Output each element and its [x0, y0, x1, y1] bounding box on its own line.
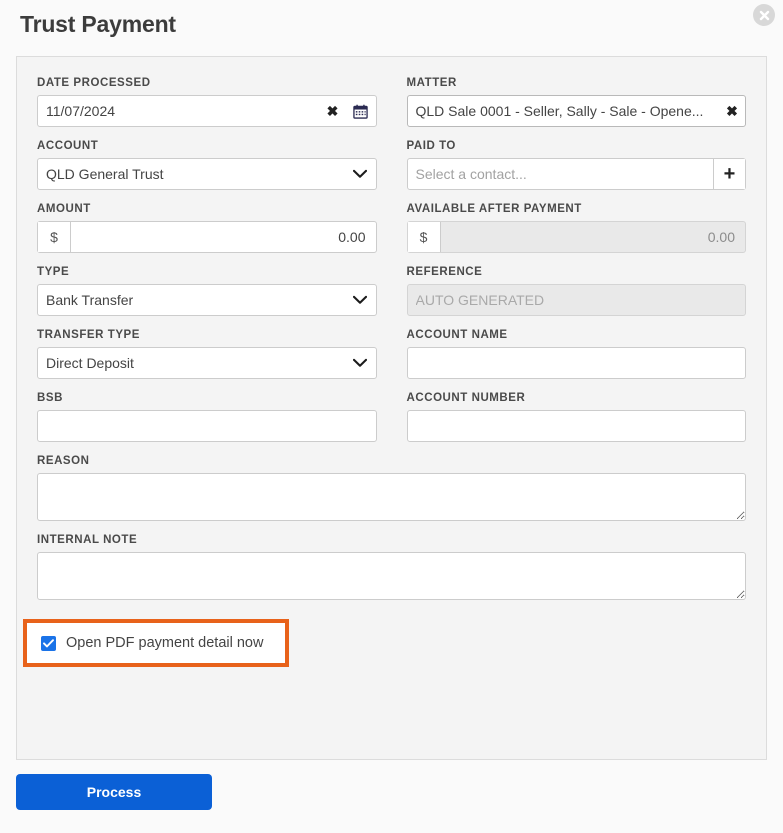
field-account-name: ACCOUNT NAME: [406, 329, 746, 379]
close-button[interactable]: [753, 4, 775, 26]
label-date-processed: DATE PROCESSED: [37, 77, 151, 89]
matter-clear-button[interactable]: ✖: [719, 96, 745, 126]
type-select[interactable]: Bank Transfer: [37, 284, 377, 316]
account-number-input[interactable]: [407, 411, 745, 441]
label-amount: AMOUNT: [37, 203, 91, 215]
page-title: Trust Payment: [20, 10, 176, 37]
label-account: ACCOUNT: [37, 140, 99, 152]
label-matter: MATTER: [406, 77, 457, 89]
dialog-footer: Process: [0, 760, 783, 810]
paid-to-input[interactable]: [407, 159, 713, 189]
clear-x-icon: ✖: [726, 103, 738, 119]
dialog-header: Trust Payment: [0, 0, 783, 48]
field-transfer-type: TRANSFER TYPE Direct Deposit: [37, 329, 377, 379]
calendar-button[interactable]: [346, 96, 376, 126]
type-selected-value: Bank Transfer: [46, 292, 134, 308]
field-bsb: BSB: [37, 392, 377, 442]
calendar-icon: [353, 104, 368, 119]
amount-input[interactable]: [71, 222, 376, 252]
account-name-control: [406, 347, 746, 379]
field-date-processed: DATE PROCESSED ✖: [37, 77, 377, 127]
clear-x-icon: ✖: [326, 103, 339, 119]
account-selected-value: QLD General Trust: [46, 166, 164, 182]
paid-to-control: +: [406, 158, 746, 190]
open-pdf-highlight-box: Open PDF payment detail now: [23, 619, 289, 667]
amount-control: $: [37, 221, 377, 253]
bsb-input[interactable]: [38, 411, 376, 441]
label-account-number: ACCOUNT NUMBER: [406, 392, 526, 404]
label-internal-note: INTERNAL NOTE: [37, 534, 138, 546]
plus-icon: +: [723, 163, 736, 185]
transfer-type-select[interactable]: Direct Deposit: [37, 347, 377, 379]
field-amount: AMOUNT $: [37, 203, 377, 253]
bsb-control: [37, 410, 377, 442]
reference-control: [406, 284, 746, 316]
close-icon: [759, 10, 769, 20]
label-transfer-type: TRANSFER TYPE: [37, 329, 140, 341]
open-pdf-checkbox[interactable]: [41, 635, 56, 651]
account-name-input[interactable]: [407, 348, 745, 378]
available-after-payment-input: [440, 222, 745, 252]
label-type: TYPE: [37, 266, 70, 278]
field-account: ACCOUNT QLD General Trust: [37, 140, 377, 190]
field-paid-to: PAID TO +: [406, 140, 746, 190]
check-icon: [43, 638, 54, 647]
label-paid-to: PAID TO: [406, 140, 456, 152]
available-after-payment-control: $: [406, 221, 746, 253]
reference-input: [407, 285, 745, 315]
date-processed-input[interactable]: [38, 96, 320, 126]
label-available-after-payment: AVAILABLE AFTER PAYMENT: [406, 203, 582, 215]
field-reference: REFERENCE: [406, 266, 746, 316]
open-pdf-label[interactable]: Open PDF payment detail now: [66, 635, 263, 651]
transfer-type-selected-value: Direct Deposit: [46, 355, 134, 371]
date-clear-button[interactable]: ✖: [320, 96, 346, 126]
currency-prefix: $: [38, 222, 71, 252]
trust-payment-form: DATE PROCESSED ✖: [16, 56, 767, 760]
field-internal-note: INTERNAL NOTE: [37, 534, 746, 600]
process-button[interactable]: Process: [16, 774, 212, 810]
matter-value: QLD Sale 0001 - Seller, Sally - Sale - O…: [415, 103, 704, 119]
matter-control[interactable]: QLD Sale 0001 - Seller, Sally - Sale - O…: [406, 95, 746, 127]
label-reference: REFERENCE: [406, 266, 483, 278]
label-reason: REASON: [37, 455, 90, 467]
reason-textarea[interactable]: [37, 473, 746, 521]
field-reason: REASON: [37, 455, 746, 521]
currency-prefix: $: [407, 222, 441, 252]
field-account-number: ACCOUNT NUMBER: [406, 392, 746, 442]
label-bsb: BSB: [37, 392, 63, 404]
field-type: TYPE Bank Transfer: [37, 266, 377, 316]
account-select[interactable]: QLD General Trust: [37, 158, 377, 190]
field-available-after-payment: AVAILABLE AFTER PAYMENT $: [406, 203, 746, 253]
internal-note-textarea[interactable]: [37, 552, 746, 600]
field-matter: MATTER QLD Sale 0001 - Seller, Sally - S…: [406, 77, 746, 127]
date-processed-control: ✖: [37, 95, 377, 127]
account-number-control: [406, 410, 746, 442]
add-contact-button[interactable]: +: [713, 159, 745, 189]
label-account-name: ACCOUNT NAME: [406, 329, 508, 341]
